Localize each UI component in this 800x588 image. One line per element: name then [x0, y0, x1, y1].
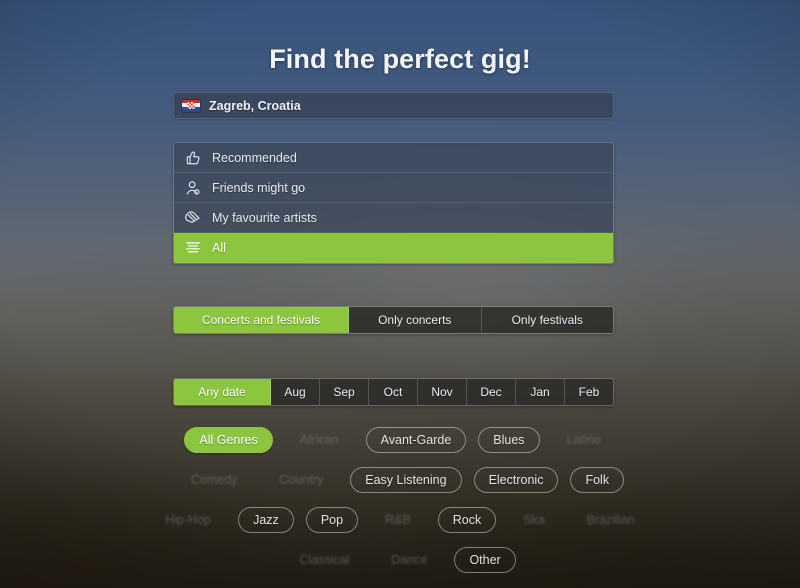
- filter-item-favourite-artists[interactable]: My favourite artists: [174, 203, 613, 233]
- genre-pill-comedy[interactable]: Comedy: [176, 467, 253, 493]
- date-sep[interactable]: Sep: [320, 379, 369, 405]
- filter-item-label: Friends might go: [212, 180, 306, 195]
- page-title: Find the perfect gig!: [269, 44, 531, 74]
- location-value: Zagreb, Croatia: [209, 98, 301, 113]
- genre-pill-electronic[interactable]: Electronic: [473, 467, 559, 493]
- genre-pill-all-genres[interactable]: All Genres: [184, 427, 273, 453]
- date-any[interactable]: Any date: [174, 379, 271, 405]
- genre-row: Comedy Country Easy Listening Electronic…: [150, 460, 650, 500]
- person-icon: [183, 178, 203, 198]
- event-type-segmented-control: Concerts and festivals Only concerts Onl…: [173, 306, 614, 334]
- genre-pill-rnb[interactable]: R&B: [370, 507, 426, 533]
- segment-only-concerts[interactable]: Only concerts: [349, 307, 482, 333]
- genre-pill-rock[interactable]: Rock: [437, 507, 497, 533]
- genre-row: Classical Dance Other: [150, 540, 650, 580]
- guitar-pick-icon: [183, 208, 203, 228]
- genre-pill-blues[interactable]: Blues: [478, 427, 540, 453]
- filter-item-label: All: [212, 241, 226, 255]
- date-aug[interactable]: Aug: [271, 379, 320, 405]
- croatia-flag-icon: [182, 99, 200, 112]
- genre-row: Hip-Hop Jazz Pop R&B Rock Ska Brazilian: [150, 500, 650, 540]
- genre-pill-other[interactable]: Other: [454, 547, 516, 573]
- date-segmented-control: Any date Aug Sep Oct Nov Dec Jan Feb: [173, 378, 614, 406]
- filter-list: Recommended Friends might go My favourit…: [173, 142, 614, 264]
- list-lines-icon: [183, 238, 203, 258]
- date-nov[interactable]: Nov: [418, 379, 467, 405]
- genre-pill-avant-garde[interactable]: Avant-Garde: [365, 427, 467, 453]
- genre-pill-jazz[interactable]: Jazz: [238, 507, 294, 533]
- genre-pill-ska[interactable]: Ska: [508, 507, 560, 533]
- search-filters-screen: Find the perfect gig! Zagreb, Croatia Re…: [0, 0, 800, 588]
- genre-row: All Genres African Avant-Garde Blues Lat…: [150, 420, 650, 460]
- genre-pill-dance[interactable]: Dance: [376, 547, 442, 573]
- genre-pill-folk[interactable]: Folk: [570, 467, 625, 493]
- genre-pill-latino[interactable]: Latino: [552, 427, 616, 453]
- genre-pill-brazilian[interactable]: Brazilian: [572, 507, 650, 533]
- genre-pill-easy-listening[interactable]: Easy Listening: [350, 467, 462, 493]
- segment-only-festivals[interactable]: Only festivals: [481, 307, 613, 333]
- segment-concerts-and-festivals[interactable]: Concerts and festivals: [174, 307, 349, 333]
- filter-item-friends[interactable]: Friends might go: [174, 173, 613, 203]
- location-input[interactable]: Zagreb, Croatia: [173, 92, 614, 119]
- date-feb[interactable]: Feb: [565, 379, 613, 405]
- filter-item-all[interactable]: All: [174, 233, 613, 263]
- date-dec[interactable]: Dec: [467, 379, 516, 405]
- date-oct[interactable]: Oct: [369, 379, 418, 405]
- genre-pill-classical[interactable]: Classical: [284, 547, 364, 573]
- filter-item-label: My favourite artists: [212, 210, 317, 225]
- genre-pill-pop[interactable]: Pop: [305, 507, 359, 533]
- genre-filter-cloud: All Genres African Avant-Garde Blues Lat…: [150, 420, 650, 588]
- genre-pill-country[interactable]: Country: [264, 467, 338, 493]
- date-jan[interactable]: Jan: [516, 379, 565, 405]
- filter-item-label: Recommended: [212, 150, 297, 165]
- thumbs-up-icon: [183, 148, 203, 168]
- genre-pill-hip-hop[interactable]: Hip-Hop: [150, 507, 226, 533]
- genre-pill-african[interactable]: African: [285, 427, 354, 453]
- filter-item-recommended[interactable]: Recommended: [174, 143, 613, 173]
